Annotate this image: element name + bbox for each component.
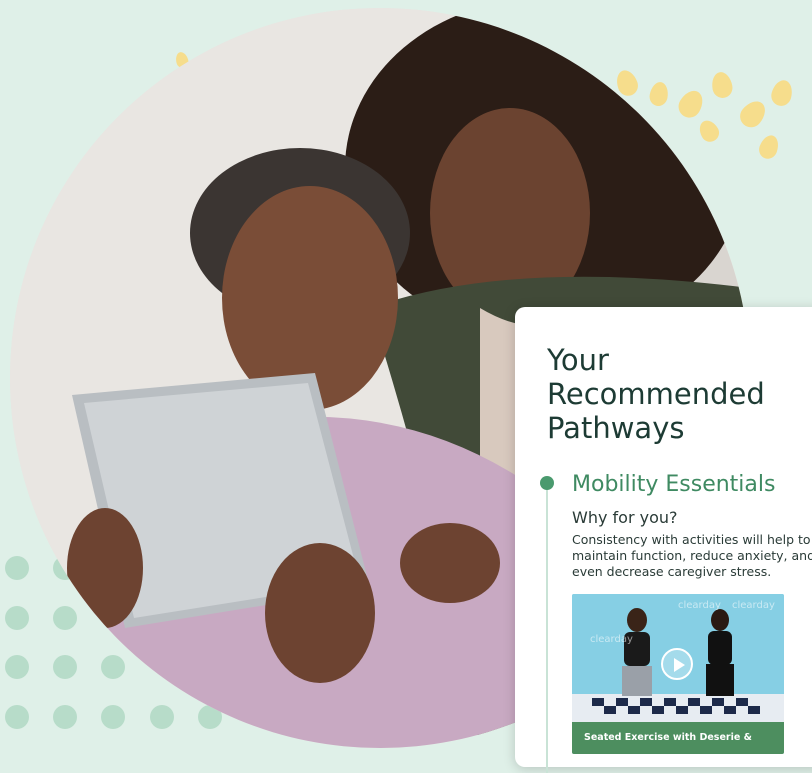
decorative-dot <box>53 655 77 679</box>
leaf-shape <box>768 77 796 109</box>
leaf-shape <box>695 116 723 146</box>
timeline-line <box>546 483 548 773</box>
decorative-dot <box>5 655 29 679</box>
leaf-shape <box>674 86 708 122</box>
video-caption: Seated Exercise with Deserie & Tiffany <box>572 722 784 754</box>
decorative-dot <box>53 705 77 729</box>
pathway-description: Consistency with activities will help to… <box>572 532 812 579</box>
decorative-dot <box>101 705 125 729</box>
backdrop-text: clearday <box>590 634 633 645</box>
backdrop-text: clearday <box>678 600 721 611</box>
decorative-dot <box>5 556 29 580</box>
video-thumbnail[interactable]: clearday clearday clearday Seated Exerci… <box>572 594 784 754</box>
recommendation-card: Your Recommended Pathways Mobility Essen… <box>515 307 812 773</box>
backdrop-text: clearday <box>732 600 775 611</box>
play-icon[interactable] <box>661 648 693 680</box>
leaf-shape <box>735 96 771 132</box>
leaf-shape <box>709 70 735 100</box>
decorative-dot <box>5 705 29 729</box>
leaf-shape <box>648 80 670 108</box>
pathway-title[interactable]: Mobility Essentials <box>572 472 775 497</box>
decorative-dot <box>150 705 174 729</box>
decorative-dot <box>53 606 77 630</box>
decorative-dot <box>5 606 29 630</box>
timeline-dot-icon <box>540 476 554 490</box>
why-for-you-heading: Why for you? <box>572 508 678 527</box>
leaf-shape <box>756 132 782 162</box>
card-title: Your Recommended Pathways <box>547 343 765 445</box>
decorative-dot <box>101 655 125 679</box>
